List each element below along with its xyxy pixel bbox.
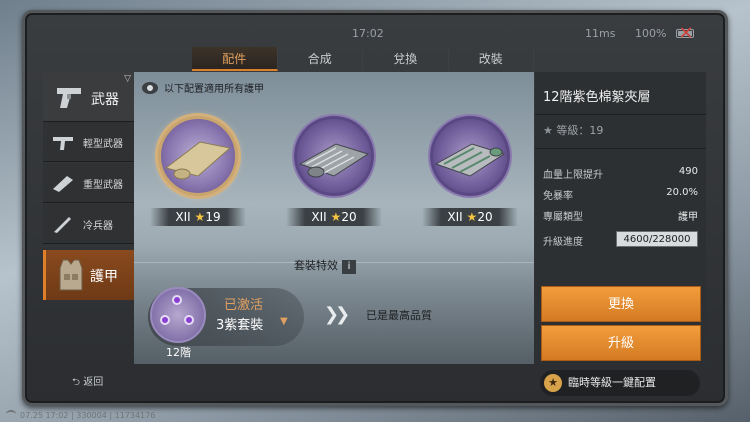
set-emblem-icon [150, 287, 206, 343]
stat-value: 20.0% [666, 187, 698, 198]
sidebar-header-label: 武器 [91, 92, 119, 108]
star-badge-icon: ★ [544, 374, 562, 392]
stat-value: 490 [678, 166, 698, 177]
status-bar: 17:02 11ms 100% [40, 24, 704, 44]
quick-config-label: 臨時等級一鍵配置 [568, 376, 656, 389]
tab-synthesis[interactable]: 合成 [278, 47, 363, 71]
sidebar-item-label: 護甲 [90, 269, 118, 285]
accessory-slot-3[interactable]: XII ★20 [422, 112, 518, 232]
upgrade-progress-row: 升級進度 4600/228000 [543, 231, 698, 251]
eye-icon [142, 82, 158, 94]
quick-config-button[interactable]: ★ 臨時等級一鍵配置 [540, 370, 700, 396]
star-count: 20 [477, 210, 493, 224]
slot-tier-plate: XII ★19 [150, 208, 246, 226]
slot-tier-plate: XII ★20 [286, 208, 382, 226]
max-quality-text: 已是最高品質 [366, 309, 432, 322]
close-button[interactable]: ✕ [676, 24, 696, 44]
double-chevron-right-icon: ❯❯ [324, 304, 350, 325]
wifi-icon [6, 410, 16, 418]
stat-label: 升級進度 [543, 237, 583, 248]
star-icon: ★ [543, 124, 553, 137]
stat-row: 免暴率 20.0% [543, 187, 698, 205]
back-button[interactable]: ⮌ 返回 [72, 373, 103, 392]
sidebar-item-heavy-weapons[interactable]: 重型武器 [43, 163, 135, 203]
tech-mesh-roll-icon [434, 143, 506, 177]
replace-button[interactable]: 更換 [541, 286, 701, 322]
accessory-panel: 以下配置適用所有護甲 XII ★19 XII ★20 XII ★20 套裝特效 … [134, 72, 534, 364]
back-label: 返回 [83, 377, 104, 388]
stat-label: 血量上限提升 [543, 170, 603, 181]
tier-label: XII [447, 210, 463, 224]
sidebar-weapons-header[interactable]: 武器 ▽ [43, 72, 135, 122]
accessory-slot-1[interactable]: XII ★19 [150, 112, 246, 232]
category-sidebar: 武器 ▽ 輕型武器 重型武器 冷兵器 護甲 [43, 72, 135, 364]
stat-label: 專屬類型 [543, 212, 583, 223]
sidebar-item-light-weapons[interactable]: 輕型武器 [43, 122, 135, 162]
fabric-roll-icon [164, 141, 232, 180]
set-name: 3紫套裝 [216, 318, 264, 333]
star-icon: ★ [466, 210, 478, 224]
sidebar-item-melee[interactable]: 冷兵器 [43, 204, 135, 244]
info-icon[interactable]: i [342, 260, 356, 274]
footer-text: 07.25 17:02 | 330004 | 11734176 [20, 411, 156, 420]
star-icon: ★ [194, 210, 206, 224]
set-effect-title: 套裝特效 i [294, 257, 356, 274]
sidebar-item-label: 輕型武器 [83, 139, 123, 150]
slot-tier-plate: XII ★20 [422, 208, 518, 226]
stat-value: 護甲 [678, 212, 698, 223]
set-tier: 12階 [166, 346, 191, 359]
smg-icon [51, 132, 75, 152]
accessory-slot-2[interactable]: XII ★20 [286, 112, 382, 232]
star-count: 19 [205, 210, 221, 224]
stat-label: 免暴率 [543, 191, 573, 202]
sidebar-item-label: 冷兵器 [83, 221, 113, 232]
heavy-gun-icon [51, 173, 75, 193]
star-count: 20 [341, 210, 357, 224]
battery-percent: 100% [635, 27, 667, 40]
knife-icon [51, 214, 75, 234]
tier-label: XII [175, 210, 191, 224]
divider [535, 114, 706, 115]
set-status: 已激活 [224, 298, 264, 313]
ping-indicator: 11ms [585, 27, 616, 40]
upgrade-button[interactable]: 升級 [541, 325, 701, 361]
stat-row: 專屬類型 護甲 [543, 208, 698, 226]
collapse-triangle-icon: ▽ [124, 74, 131, 84]
stat-row: 血量上限提升 490 [543, 166, 698, 184]
clock: 17:02 [352, 27, 384, 40]
sidebar-item-armor[interactable]: 護甲 [43, 250, 135, 300]
config-note: 以下配置適用所有護甲 [142, 80, 264, 95]
tab-accessories[interactable]: 配件 [192, 47, 278, 71]
chain-mesh-roll-icon [298, 143, 370, 178]
pistol-icon [55, 84, 83, 114]
item-level: ★ 等級：19 [543, 122, 603, 138]
divider [535, 148, 706, 149]
sidebar-item-label: 重型武器 [83, 180, 123, 191]
tab-exchange[interactable]: 兌換 [363, 47, 449, 71]
chevron-down-icon[interactable]: ▼ [280, 316, 288, 327]
armor-vest-icon [58, 258, 84, 296]
upgrade-progress-value: 4600/228000 [616, 231, 698, 247]
item-level-text: 等級：19 [556, 124, 604, 137]
tab-bar: 配件 合成 兌換 改裝 [192, 47, 534, 71]
item-title: 12階紫色棉絮夾層 [543, 90, 651, 105]
star-icon: ★ [330, 210, 342, 224]
footer-info: 07.25 17:02 | 330004 | 11734176 [6, 410, 155, 420]
tier-label: XII [311, 210, 327, 224]
config-note-text: 以下配置適用所有護甲 [164, 84, 264, 95]
set-effect-title-text: 套裝特效 [294, 259, 338, 272]
item-detail-panel: 12階紫色棉絮夾層 ★ 等級：19 血量上限提升 490 免暴率 20.0% 專… [535, 72, 706, 364]
tab-modify[interactable]: 改裝 [449, 47, 534, 71]
